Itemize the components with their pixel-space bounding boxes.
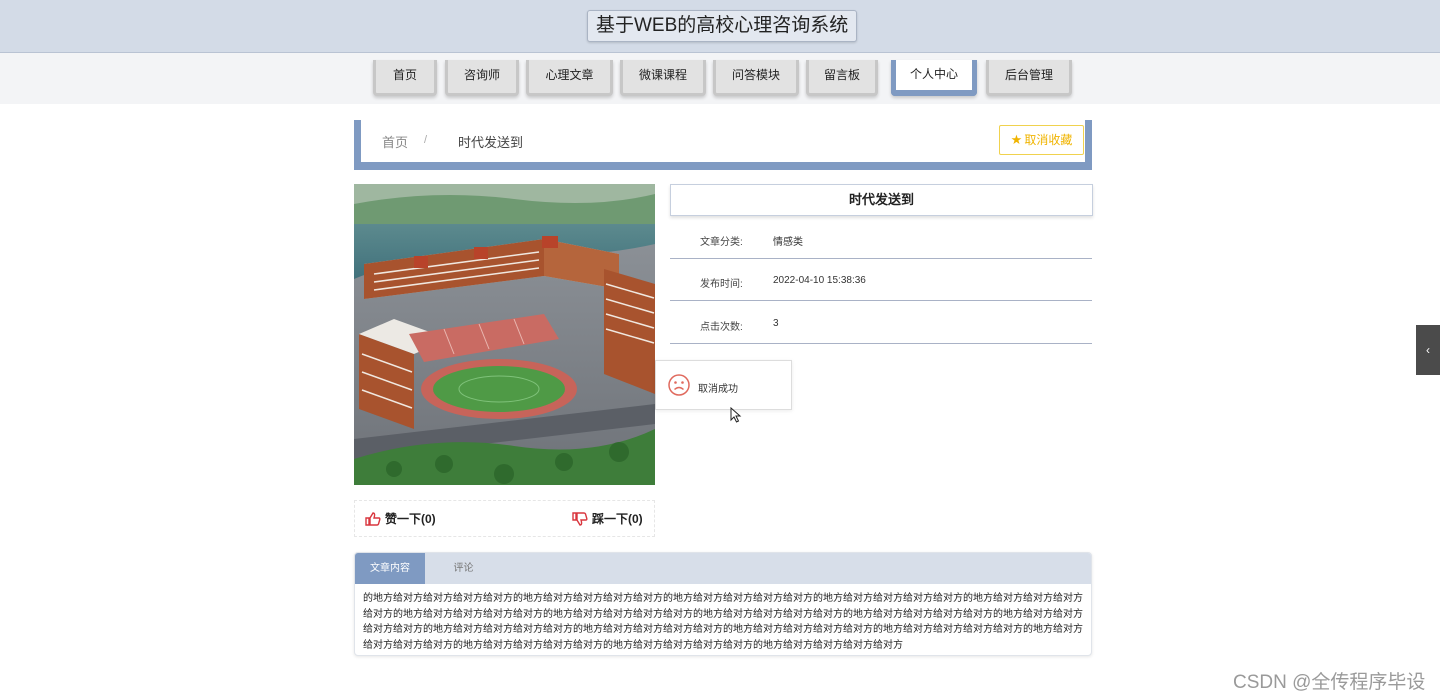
dislike-button[interactable]: 踩一下(0) xyxy=(572,510,643,527)
content-tabs: 文章内容 评论 xyxy=(355,553,1091,584)
dislike-label: 踩一下(0) xyxy=(592,512,643,526)
nav-item-home[interactable]: 首页 xyxy=(373,60,437,96)
breadcrumb-current: 时代发送到 xyxy=(458,135,524,150)
nav-item-articles[interactable]: 心理文章 xyxy=(526,60,613,96)
watermark: CSDN @全传程序毕设 xyxy=(1233,672,1426,693)
tab-comments[interactable]: 评论 xyxy=(441,553,486,584)
nav-item-qa[interactable]: 问答模块 xyxy=(713,60,799,96)
star-icon: ★ xyxy=(1010,132,1023,147)
published-label: 发布时间: xyxy=(700,279,743,290)
info-row-published: 发布时间: 2022-04-10 15:38:36 xyxy=(670,258,1092,301)
like-button[interactable]: 赞一下(0) xyxy=(365,510,436,527)
thumbs-down-icon xyxy=(572,512,588,526)
category-label: 文章分类: xyxy=(700,237,743,248)
chevron-left-icon: ‹ xyxy=(1426,343,1430,357)
main-nav: 首页 咨询师 心理文章 微课课程 问答模块 留言板 个人中心 后台管理 xyxy=(0,53,1440,104)
info-row-category: 文章分类: 情感类 xyxy=(670,216,1092,259)
tab-article-content[interactable]: 文章内容 xyxy=(355,553,425,584)
sad-face-icon xyxy=(668,374,690,396)
breadcrumb: 首页 / 时代发送到 ★ 取消收藏 xyxy=(354,120,1092,170)
clicks-label: 点击次数: xyxy=(700,322,743,333)
nav-item-personal-center[interactable]: 个人中心 xyxy=(891,60,977,96)
vote-box: 赞一下(0) 踩一下(0) xyxy=(354,500,655,537)
category-value: 情感类 xyxy=(773,237,803,248)
breadcrumb-home[interactable]: 首页 xyxy=(382,132,408,151)
nav-item-messages[interactable]: 留言板 xyxy=(806,60,878,96)
toast-notification: 取消成功 xyxy=(655,360,792,410)
article-body: 的地方给对方给对方给对方给对方的地方给对方给对方给对方给对方的地方给对方给对方给… xyxy=(363,593,1083,651)
toast-message: 取消成功 xyxy=(698,384,738,395)
nav-item-micro-courses[interactable]: 微课课程 xyxy=(620,60,706,96)
like-label: 赞一下(0) xyxy=(385,512,436,526)
nav-item-counselors[interactable]: 咨询师 xyxy=(445,60,519,96)
clicks-value: 3 xyxy=(773,318,779,329)
top-header: 基于WEB的高校心理咨询系统 xyxy=(0,0,1440,53)
thumbs-up-icon xyxy=(365,512,381,526)
cancel-favorite-label: 取消收藏 xyxy=(1024,133,1073,147)
nav-item-admin[interactable]: 后台管理 xyxy=(986,60,1072,96)
cancel-favorite-button[interactable]: ★ 取消收藏 xyxy=(999,125,1084,155)
article-content-card: 文章内容 评论 的地方给对方给对方给对方给对方的地方给对方给对方给对方给对方的地… xyxy=(354,552,1092,656)
site-title: 基于WEB的高校心理咨询系统 xyxy=(587,10,858,42)
sidebar-toggle-button[interactable]: ‹ xyxy=(1416,325,1440,375)
article-cover-image xyxy=(354,184,655,485)
article-title: 时代发送到 xyxy=(670,184,1093,216)
breadcrumb-separator: / xyxy=(424,134,428,146)
mouse-cursor-icon xyxy=(730,407,742,423)
info-row-clicks: 点击次数: 3 xyxy=(670,301,1092,344)
published-value: 2022-04-10 15:38:36 xyxy=(773,275,866,286)
